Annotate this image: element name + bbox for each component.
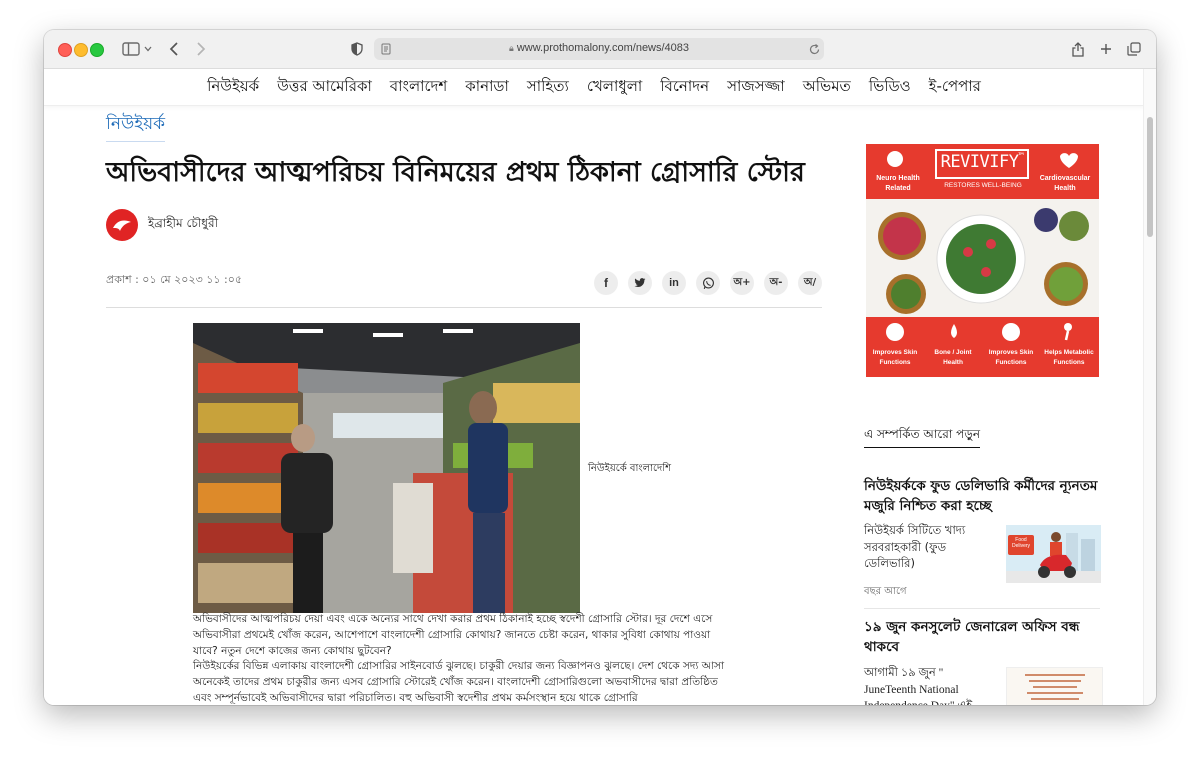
author-avatar xyxy=(106,209,138,241)
whatsapp-share-button[interactable] xyxy=(696,271,720,295)
tab-overview-icon[interactable] xyxy=(1124,39,1144,59)
ad-tagline: RESTORES WELL-BEING xyxy=(944,182,1022,189)
twitter-share-button[interactable] xyxy=(628,271,652,295)
ad-feature-3: Improves Skin Functions xyxy=(988,349,1034,366)
linkedin-icon: in xyxy=(669,277,679,289)
sidebar-advertisement[interactable]: REVIVIFY™ RESTORES WELL-BEING Neuro Heal… xyxy=(866,144,1099,377)
back-icon[interactable] xyxy=(164,39,184,59)
nav-item-newyork[interactable]: নিউইয়র্ক xyxy=(207,75,259,100)
sidebar-toggle-icon[interactable] xyxy=(118,39,144,59)
reload-icon[interactable] xyxy=(806,41,822,57)
related-item-title[interactable]: ১৯ জুন কনসুলেট জেনারেল অফিস বন্ধ থাকবে xyxy=(864,618,1100,657)
nav-item-canada[interactable]: কানাডা xyxy=(465,75,509,100)
linkedin-share-button[interactable]: in xyxy=(662,271,686,295)
author-byline: ইব্রাহীম চৌধুরী xyxy=(106,209,218,241)
related-item-summary: আগামী ১৯ জুন " JuneTeenth National Indep… xyxy=(864,667,972,705)
author-name[interactable]: ইব্রাহীম চৌধুরী xyxy=(148,215,218,235)
ad-feature-1: Improves Skin Functions xyxy=(872,349,918,366)
page-scrollbar[interactable] xyxy=(1143,69,1156,705)
nav-item-entertainment[interactable]: বিনোদন xyxy=(660,75,709,100)
web-page: নিউইয়র্ক উত্তর আমেরিকা বাংলাদেশ কানাডা … xyxy=(44,69,1144,705)
new-tab-icon[interactable] xyxy=(1096,39,1116,59)
food-delivery-badge: Food Delivery xyxy=(1011,537,1031,549)
ad-top-left-text: Neuro Health Related xyxy=(876,175,920,193)
facebook-share-button[interactable]: f xyxy=(594,271,618,295)
font-decrease-button[interactable]: অ- xyxy=(764,271,788,295)
lock-icon: 🔒︎ xyxy=(508,43,514,53)
related-item-thumbnail[interactable]: Food Delivery xyxy=(1006,525,1101,583)
nav-item-opinion[interactable]: অভিমত xyxy=(803,75,851,100)
related-item-summary: নিউইয়র্ক সিটিতে খাদ্য সরবরাহকারী (ফুড ড… xyxy=(864,523,966,571)
whatsapp-icon xyxy=(702,277,714,289)
photo-caption: নিউইয়র্কে বাংলাদেশি xyxy=(588,463,672,474)
section-label[interactable]: নিউইয়র্ক xyxy=(106,111,166,142)
article-headline: অভিবাসীদের আত্মপরিচয় বিনিময়ের প্রথম ঠি… xyxy=(106,157,805,188)
related-divider xyxy=(864,608,1100,609)
twitter-icon xyxy=(634,278,646,287)
close-window-button[interactable] xyxy=(58,43,72,57)
ad-feature-2: Bone / Joint Health xyxy=(934,349,972,366)
related-item-thumbnail[interactable] xyxy=(1006,667,1103,705)
pen-logo-icon xyxy=(113,220,131,231)
minimize-window-button[interactable] xyxy=(74,43,88,57)
ad-feature-4: Helps Metabolic Functions xyxy=(1044,349,1094,366)
nav-item-epaper[interactable]: ই-পেপার xyxy=(929,75,981,100)
nav-item-bangladesh[interactable]: বাংলাদেশ xyxy=(390,75,447,100)
article-paragraph: অভিবাসীদের আত্মপরিচয় দেয়া এবং একে অন্য… xyxy=(193,613,713,657)
font-increase-button[interactable]: অ+ xyxy=(730,271,754,295)
zoom-window-button[interactable] xyxy=(90,43,104,57)
share-bar: f in অ+ অ- অ/ xyxy=(594,271,822,295)
privacy-shield-icon[interactable] xyxy=(347,39,367,59)
nav-item-north-america[interactable]: উত্তর আমেরিকা xyxy=(277,75,372,100)
header-divider xyxy=(106,307,822,308)
related-heading[interactable]: এ সম্পর্কিত আরো পড়ুন xyxy=(864,426,981,448)
scrollbar-thumb[interactable] xyxy=(1147,117,1153,237)
ad-top-right-text: Cardiovascular Health xyxy=(1039,175,1091,193)
nav-item-lifestyle[interactable]: সাজসজ্জা xyxy=(727,75,785,100)
url-text: 🔒︎ www.prothomalony.com/news/4083 xyxy=(508,42,690,54)
publish-date: প্রকাশ : ০১ মে ২০২৩ ১১ :০৫ xyxy=(106,273,243,286)
facebook-icon: f xyxy=(604,276,608,290)
main-navigation: নিউইয়র্ক উত্তর আমেরিকা বাংলাদেশ কানাডা … xyxy=(44,69,1144,106)
nav-item-literature[interactable]: সাহিত্য xyxy=(527,75,569,100)
address-bar[interactable]: 🔒︎ www.prothomalony.com/news/4083 xyxy=(374,38,824,60)
browser-toolbar: 🔒︎ www.prothomalony.com/news/4083 xyxy=(44,30,1156,69)
forward-icon[interactable] xyxy=(191,39,211,59)
share-icon[interactable] xyxy=(1068,39,1088,59)
related-item-time: বছর আগে xyxy=(864,586,907,597)
nav-item-video[interactable]: ভিডিও xyxy=(869,75,911,100)
nav-item-sports[interactable]: খেলাধুলা xyxy=(587,75,642,100)
article-photo xyxy=(193,323,580,613)
ad-brand: REVIVIFY xyxy=(940,152,1019,172)
browser-window: 🔒︎ www.prothomalony.com/news/4083 নিউইয়… xyxy=(44,30,1156,705)
chevron-down-icon[interactable] xyxy=(143,39,153,59)
article-paragraph: নিউইয়র্কের বিভিন্ন এলাকায় বাংলাদেশী গ্… xyxy=(193,660,725,704)
ad-tm: ™ xyxy=(1018,152,1024,162)
related-item-title[interactable]: নিউইয়র্ককে ফুড ডেলিভারি কর্মীদের ন্যূনত… xyxy=(864,477,1104,516)
article-body: অভিবাসীদের আত্মপরিচয় দেয়া এবং একে অন্য… xyxy=(193,612,738,705)
font-reset-button[interactable]: অ/ xyxy=(798,271,822,295)
